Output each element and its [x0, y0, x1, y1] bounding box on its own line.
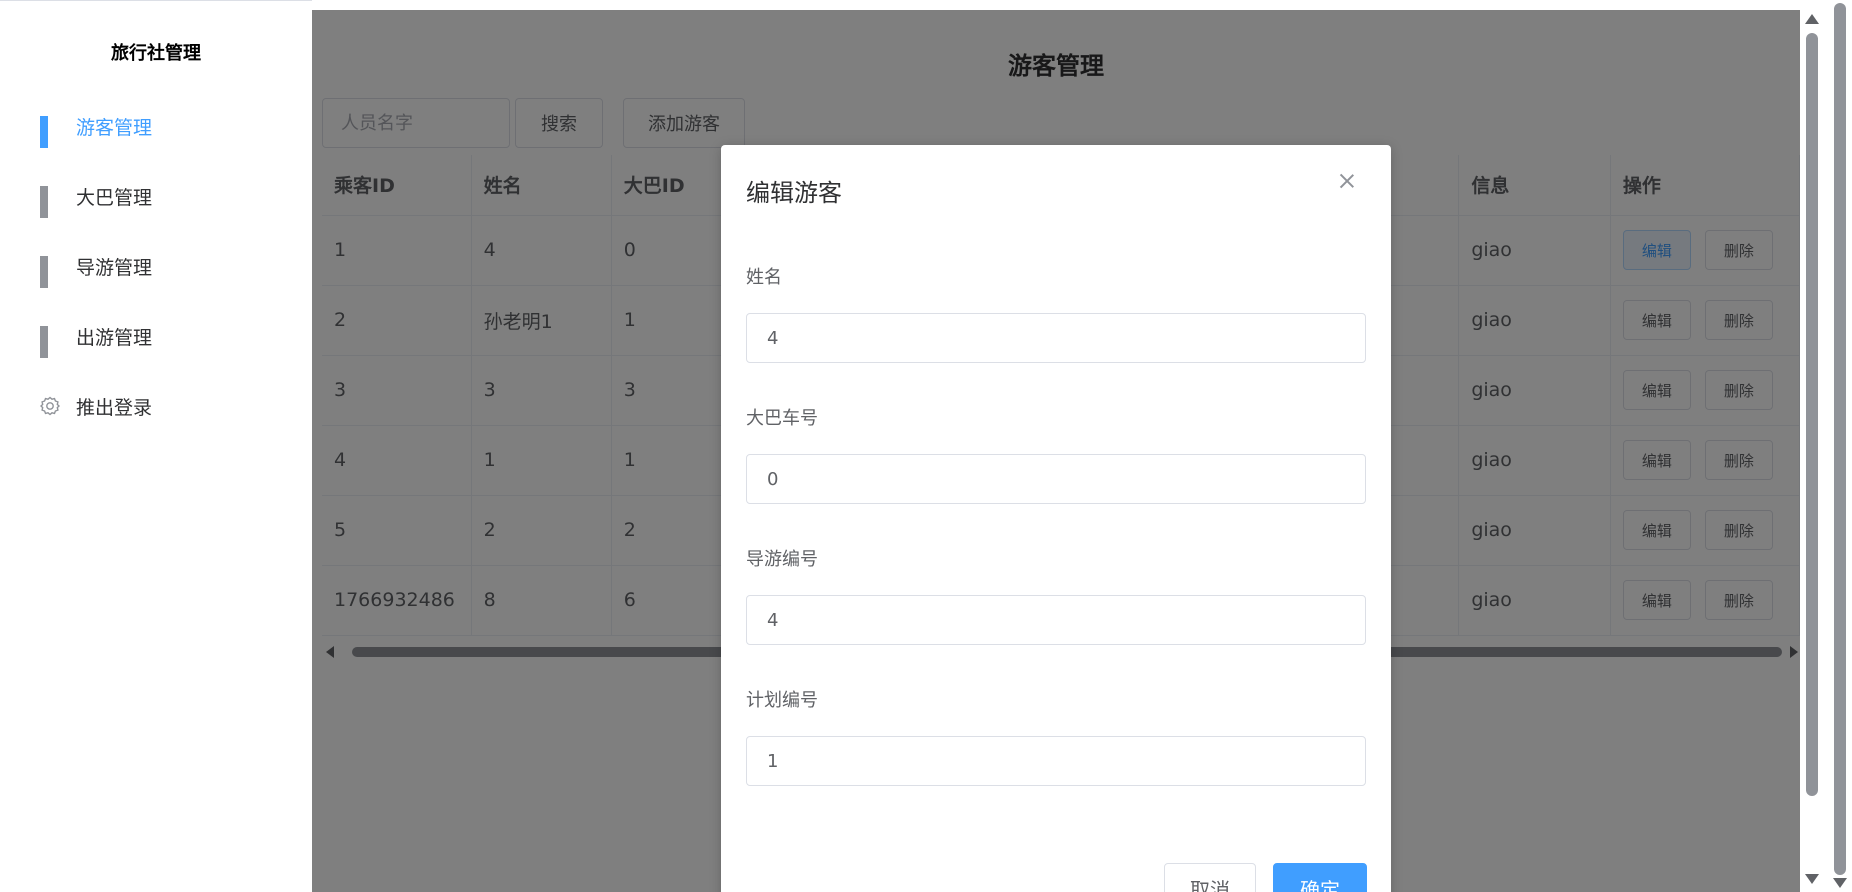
- vertical-scrollbar[interactable]: [1800, 0, 1824, 892]
- bus-number-field[interactable]: [746, 454, 1366, 504]
- guide-number-label: 导游编号: [746, 549, 818, 570]
- sidebar-item-logout[interactable]: 推出登录: [39, 386, 153, 426]
- sidebar-item-guides[interactable]: 导游管理: [40, 246, 153, 288]
- scrollbar-thumb[interactable]: [1806, 33, 1818, 796]
- grid-icon: [40, 256, 60, 288]
- sidebar-item-label: 大巴管理: [76, 186, 153, 209]
- dialog-title: 编辑游客: [746, 179, 842, 207]
- gear-icon: [39, 396, 61, 416]
- guide-number-field[interactable]: [746, 595, 1366, 645]
- page-vertical-scrollbar[interactable]: [1824, 0, 1852, 892]
- scroll-up-icon[interactable]: [1805, 14, 1819, 24]
- scroll-down-icon[interactable]: [1833, 878, 1847, 888]
- sidebar-item-label: 游客管理: [76, 116, 153, 139]
- edit-tourist-dialog: 编辑游客 姓名 大巴车号 导游编号 计划编号 取消 确定: [721, 145, 1391, 892]
- sidebar-item-label: 出游管理: [76, 326, 153, 349]
- sidebar-item-label: 推出登录: [76, 396, 153, 419]
- plan-number-label: 计划编号: [746, 690, 818, 711]
- sidebar-item-trips[interactable]: 出游管理: [40, 316, 153, 358]
- scroll-down-icon[interactable]: [1805, 874, 1819, 884]
- plan-number-field[interactable]: [746, 736, 1366, 786]
- close-icon[interactable]: [1337, 171, 1357, 191]
- name-label: 姓名: [746, 267, 782, 288]
- scrollbar-thumb[interactable]: [1834, 3, 1846, 875]
- bus-number-label: 大巴车号: [746, 408, 818, 429]
- brand-title: 旅行社管理: [111, 43, 201, 64]
- cancel-button[interactable]: 取消: [1164, 863, 1256, 892]
- grid-icon: [40, 116, 60, 148]
- sidebar-item-label: 导游管理: [76, 256, 153, 279]
- sidebar: 旅行社管理 游客管理 大巴管理 导游管理 出游管理 推出登录: [0, 0, 312, 892]
- confirm-button[interactable]: 确定: [1273, 863, 1367, 892]
- grid-icon: [40, 326, 60, 358]
- sidebar-item-buses[interactable]: 大巴管理: [40, 176, 153, 218]
- name-field[interactable]: [746, 313, 1366, 363]
- sidebar-item-tourists[interactable]: 游客管理: [40, 106, 153, 148]
- grid-icon: [40, 186, 60, 218]
